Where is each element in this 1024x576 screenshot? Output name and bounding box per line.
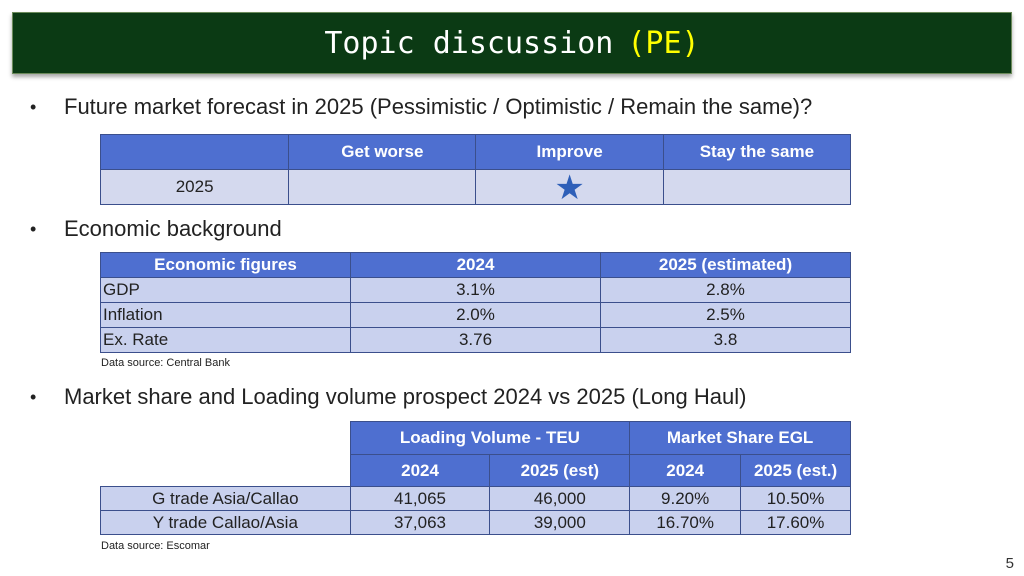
bullet-market: • Market share and Loading volume prospe… bbox=[30, 384, 746, 410]
table-row: GDP 3.1% 2.8% bbox=[100, 277, 851, 303]
bullet-forecast: • Future market forecast in 2025 (Pessim… bbox=[30, 94, 812, 120]
market-header-market-share: Market Share EGL bbox=[629, 421, 851, 455]
market-row-volume-2025: 39,000 bbox=[489, 510, 631, 535]
market-row-share-2024: 9.20% bbox=[629, 486, 742, 511]
market-row-label: G trade Asia/Callao bbox=[100, 486, 351, 511]
economic-row-2025: 2.5% bbox=[600, 302, 851, 328]
forecast-cell-stay-same[interactable] bbox=[662, 169, 852, 205]
bullet-forecast-text: Future market forecast in 2025 (Pessimis… bbox=[64, 94, 813, 119]
forecast-cell-get-worse[interactable] bbox=[288, 169, 477, 205]
forecast-header-blank bbox=[99, 134, 290, 170]
forecast-cell-improve[interactable]: ★ bbox=[475, 169, 664, 207]
market-header-loading-volume: Loading Volume - TEU bbox=[349, 421, 631, 455]
market-row-share-2024: 16.70% bbox=[629, 510, 742, 535]
economic-row-2024: 3.76 bbox=[350, 327, 601, 353]
star-icon: ★ bbox=[554, 169, 585, 207]
economic-row-2025: 3.8 bbox=[600, 327, 851, 353]
economic-header-row: Economic figures 2024 2025 (estimated) bbox=[100, 252, 851, 278]
market-header-share-2024: 2024 bbox=[629, 454, 742, 487]
table-row: Y trade Callao/Asia 37,063 39,000 16.70%… bbox=[100, 510, 851, 535]
forecast-header-row: Get worse Improve Stay the same bbox=[99, 134, 852, 170]
market-table: Loading Volume - TEU Market Share EGL 20… bbox=[100, 421, 851, 535]
economic-row-label: Inflation bbox=[100, 302, 351, 328]
economic-row-2024: 3.1% bbox=[350, 277, 601, 303]
market-group-header-row: Loading Volume - TEU Market Share EGL bbox=[100, 421, 851, 487]
market-row-label: Y trade Callao/Asia bbox=[100, 510, 351, 535]
economic-table: Economic figures 2024 2025 (estimated) G… bbox=[100, 252, 851, 353]
bullet-market-text: Market share and Loading volume prospect… bbox=[64, 384, 747, 409]
economic-row-2025: 2.8% bbox=[600, 277, 851, 303]
market-row-share-2025: 10.50% bbox=[740, 486, 851, 511]
market-source: Data source: Escomar bbox=[101, 540, 210, 552]
forecast-row-2025: 2025 ★ bbox=[99, 169, 852, 207]
forecast-year-label: 2025 bbox=[99, 169, 290, 205]
economic-header-figures: Economic figures bbox=[100, 252, 351, 278]
table-row: Inflation 2.0% 2.5% bbox=[100, 302, 851, 328]
economic-header-2024: 2024 bbox=[350, 252, 601, 278]
bullet-dot-icon: • bbox=[30, 218, 37, 239]
table-row: Ex. Rate 3.76 3.8 bbox=[100, 327, 851, 353]
title-text: Topic discussion bbox=[324, 25, 614, 61]
economic-row-label: Ex. Rate bbox=[100, 327, 351, 353]
slide-title: Topic discussion (PE) bbox=[12, 12, 1012, 74]
economic-header-2025: 2025 (estimated) bbox=[600, 252, 851, 278]
bullet-economic: • Economic background bbox=[30, 216, 282, 242]
economic-source: Data source: Central Bank bbox=[101, 357, 231, 369]
forecast-header-improve: Improve bbox=[475, 134, 664, 170]
table-row: G trade Asia/Callao 41,065 46,000 9.20% … bbox=[100, 486, 851, 511]
forecast-header-get-worse: Get worse bbox=[288, 134, 477, 170]
bullet-economic-text: Economic background bbox=[64, 216, 282, 241]
forecast-header-stay-same: Stay the same bbox=[662, 134, 852, 170]
market-header-blank bbox=[100, 421, 351, 487]
market-header-volume-2025: 2025 (est) bbox=[489, 454, 631, 487]
market-header-volume-2024: 2024 bbox=[349, 454, 491, 487]
economic-row-2024: 2.0% bbox=[350, 302, 601, 328]
market-row-volume-2024: 41,065 bbox=[349, 486, 491, 511]
market-row-volume-2025: 46,000 bbox=[489, 486, 631, 511]
title-accent: (PE) bbox=[627, 25, 700, 61]
bullet-dot-icon: • bbox=[30, 386, 37, 407]
market-row-share-2025: 17.60% bbox=[740, 510, 851, 535]
page-number: 5 bbox=[1005, 555, 1014, 572]
bullet-dot-icon: • bbox=[30, 96, 37, 117]
market-row-volume-2024: 37,063 bbox=[349, 510, 491, 535]
forecast-table: Get worse Improve Stay the same 2025 ★ bbox=[99, 134, 852, 207]
economic-row-label: GDP bbox=[100, 277, 351, 303]
market-header-share-2025: 2025 (est.) bbox=[740, 454, 851, 487]
